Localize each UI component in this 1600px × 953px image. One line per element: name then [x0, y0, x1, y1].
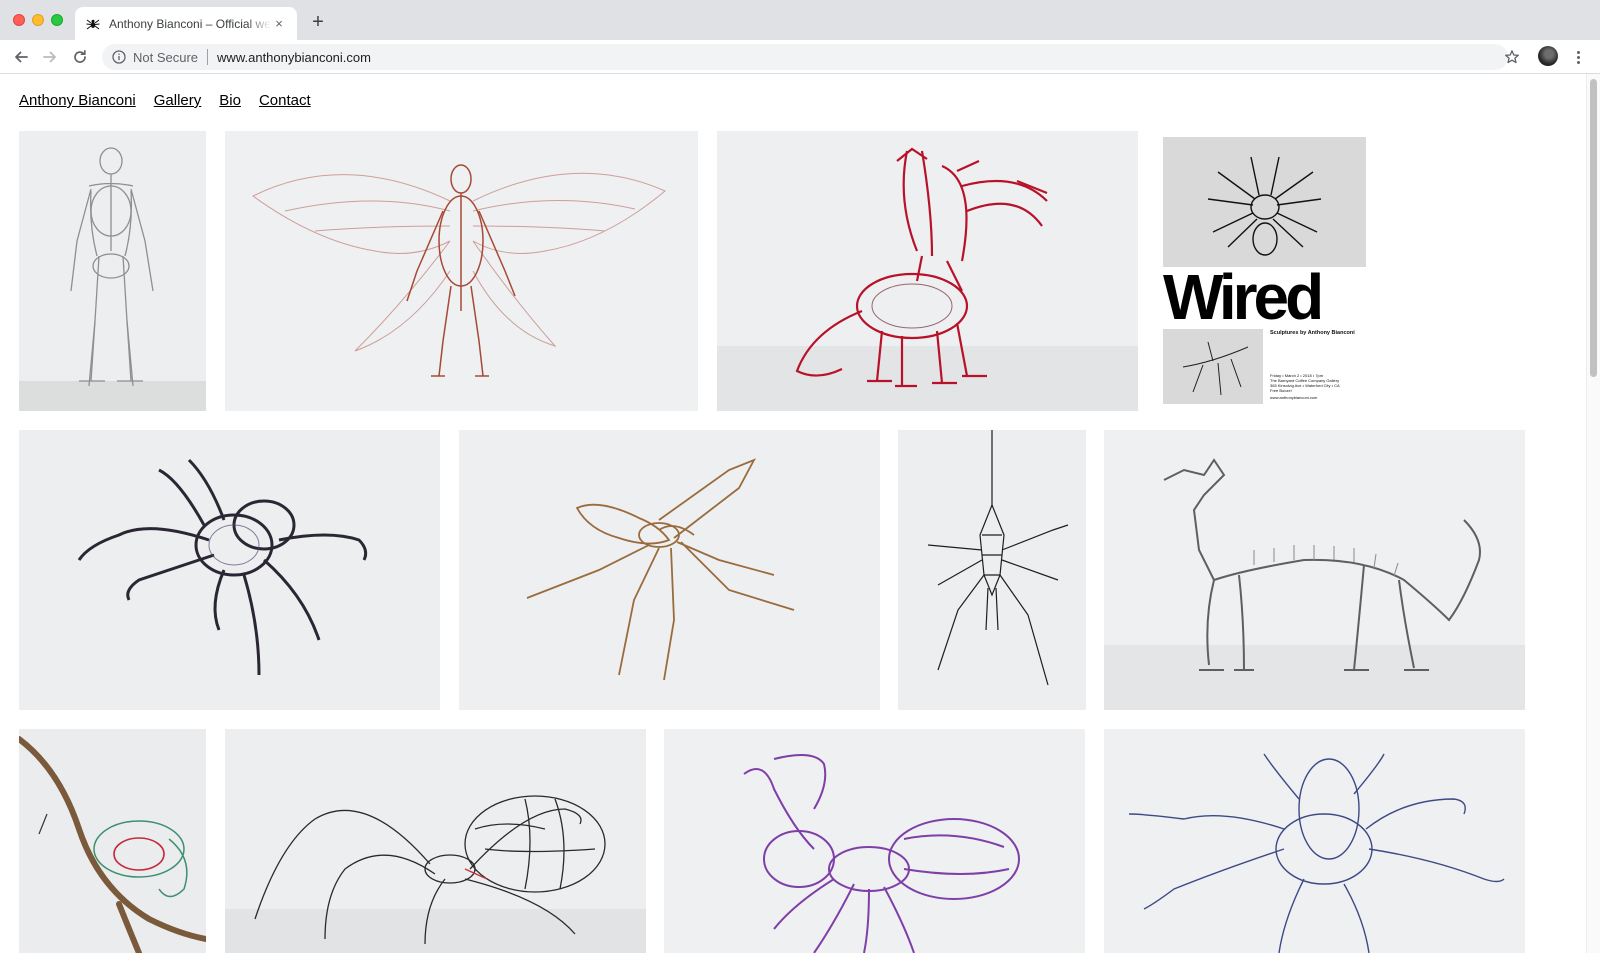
arrow-left-icon [15, 51, 28, 63]
profile-avatar[interactable] [1538, 46, 1558, 66]
gallery-thumb-red-hydra[interactable] [717, 131, 1138, 411]
forward-button[interactable] [40, 47, 60, 67]
browser-window: Anthony Bianconi – Official website × + [0, 0, 1600, 953]
browser-toolbar: Not Secure www.anthonybianconi.com [0, 40, 1600, 74]
menu-dot-icon [1576, 50, 1580, 54]
gallery-thumb-chameleon[interactable] [19, 729, 206, 953]
menu-dot-icon [1576, 60, 1580, 64]
gallery-thumb-silver-dragon[interactable] [1104, 430, 1525, 710]
star-icon [1505, 50, 1519, 64]
omnibox-divider [207, 49, 209, 65]
close-window-button[interactable] [13, 14, 25, 26]
gallery-thumb-wired-poster[interactable]: Wired Sculptures by Anthony Bianconi Fri… [1163, 137, 1366, 404]
back-button[interactable] [11, 47, 31, 67]
address-bar[interactable]: Not Secure www.anthonybianconi.com [102, 44, 1508, 70]
gallery-thumb-tarantula[interactable] [225, 729, 646, 953]
gallery-thumb-hanging-spider[interactable] [898, 430, 1086, 710]
spider-favicon-icon [85, 16, 101, 32]
gallery-thumb-purple-ant[interactable] [664, 729, 1085, 953]
url-text[interactable]: www.anthonybianconi.com [217, 50, 371, 65]
poster-title: Wired [1163, 261, 1324, 333]
scrollbar-thumb[interactable] [1590, 79, 1597, 377]
security-label: Not Secure [133, 49, 199, 65]
gallery-thumb-wire-skeleton[interactable] [19, 131, 206, 411]
site-nav: Anthony Bianconi Gallery Bio Contact [19, 92, 311, 109]
tab-close-icon[interactable]: × [271, 16, 287, 32]
gallery-thumb-bronze-mosquito[interactable] [459, 430, 880, 710]
nav-link-bio[interactable]: Bio [219, 92, 241, 109]
browser-tab[interactable]: Anthony Bianconi – Official website × [75, 7, 297, 40]
tab-bar: Anthony Bianconi – Official website × + [0, 0, 1600, 40]
gallery-thumb-winged-figure[interactable] [225, 131, 698, 411]
menu-dot-icon [1576, 55, 1580, 59]
page-scrollbar[interactable] [1586, 74, 1600, 953]
minimize-window-button[interactable] [32, 14, 44, 26]
reload-button[interactable] [70, 47, 90, 67]
poster-subtitle: Sculptures by Anthony Bianconi [1270, 330, 1355, 336]
reload-icon [74, 49, 86, 63]
arrow-right-icon [43, 51, 56, 63]
info-icon[interactable] [112, 50, 126, 64]
nav-link-contact[interactable]: Contact [259, 92, 311, 109]
tab-title: Anthony Bianconi – Official website [109, 16, 271, 31]
gallery-thumb-blue-spider[interactable] [1104, 729, 1525, 953]
bookmark-star-button[interactable] [1502, 47, 1522, 67]
nav-link-gallery[interactable]: Gallery [154, 92, 202, 109]
gallery-thumb-black-spider[interactable] [19, 430, 440, 710]
browser-menu-button[interactable] [1570, 47, 1586, 67]
page-viewport: Anthony Bianconi Gallery Bio Contact Wir… [0, 74, 1600, 953]
new-tab-button[interactable]: + [308, 12, 328, 32]
zoom-window-button[interactable] [51, 14, 63, 26]
nav-link-home[interactable]: Anthony Bianconi [19, 92, 136, 109]
poster-event-details: Friday • March 2 • 2018 • 7pm The Barnya… [1270, 373, 1340, 400]
